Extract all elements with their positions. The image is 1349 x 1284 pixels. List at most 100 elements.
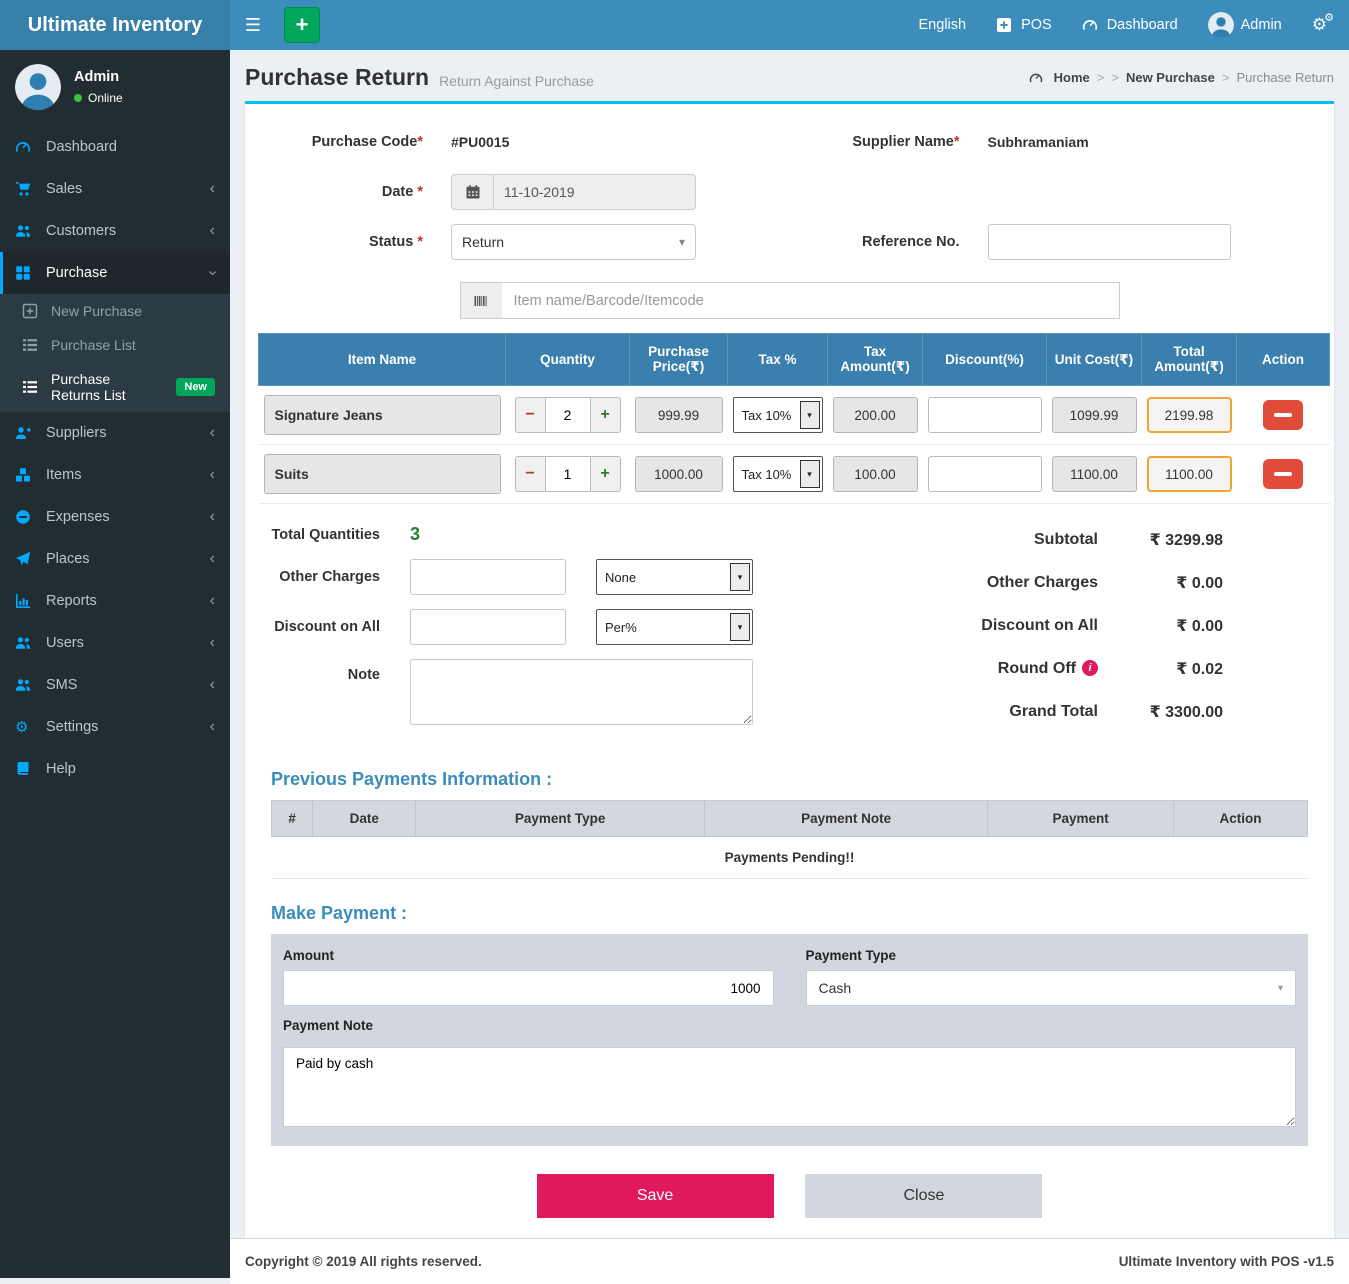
top-navbar: Ultimate Inventory ☰ + English POS Dashb… bbox=[0, 0, 1349, 50]
user-menu[interactable]: Admin bbox=[1208, 12, 1282, 38]
remove-row-button[interactable] bbox=[1263, 400, 1303, 430]
reference-input[interactable] bbox=[988, 224, 1231, 260]
page-subtitle: Return Against Purchase bbox=[439, 73, 594, 89]
tax-select[interactable]: Tax 10% ▾ bbox=[733, 456, 823, 492]
quantity-decrease-button[interactable]: − bbox=[515, 397, 546, 433]
quantity-input[interactable] bbox=[546, 397, 590, 433]
pos-link[interactable]: POS bbox=[996, 17, 1052, 33]
close-button[interactable]: Close bbox=[805, 1174, 1042, 1218]
avatar bbox=[15, 64, 61, 110]
payment-type-value: Cash bbox=[819, 980, 1278, 996]
sidebar-item-sms[interactable]: SMS‹ bbox=[0, 664, 230, 706]
calendar-icon[interactable] bbox=[451, 174, 493, 210]
save-button[interactable]: Save bbox=[537, 1174, 774, 1218]
discount-input[interactable] bbox=[928, 397, 1042, 433]
user-plus-icon bbox=[15, 425, 33, 441]
summary-left: Total Quantities 3 Other Charges None ▾ bbox=[258, 524, 818, 745]
sidebar-item-items[interactable]: Items‹ bbox=[0, 454, 230, 496]
dashboard-link[interactable]: Dashboard bbox=[1082, 17, 1178, 33]
quantity-increase-button[interactable]: + bbox=[590, 397, 621, 433]
dashboard-label: Dashboard bbox=[1107, 17, 1178, 33]
brand-text: Ultimate Inventory bbox=[28, 14, 202, 37]
info-icon[interactable]: i bbox=[1082, 660, 1098, 676]
col-number: # bbox=[272, 801, 313, 837]
col-quantity: Quantity bbox=[506, 334, 630, 386]
quantity-decrease-button[interactable]: − bbox=[515, 456, 546, 492]
discount-type-select[interactable]: Per% ▾ bbox=[596, 609, 753, 645]
col-item-name: Item Name bbox=[259, 334, 506, 386]
sidebar-item-purchase[interactable]: Purchase› bbox=[0, 252, 230, 294]
discount-type-value: Per% bbox=[599, 620, 730, 635]
caret-down-icon: ▾ bbox=[800, 401, 820, 429]
payment-type-select[interactable]: Cash ▾ bbox=[806, 970, 1297, 1006]
navbar-main: ☰ + English POS Dashboard Admin ⚙⚙ bbox=[230, 0, 1349, 50]
other-charges-label: Other Charges bbox=[258, 569, 380, 585]
col-action: Action bbox=[1237, 334, 1330, 386]
minus-circle-icon bbox=[15, 509, 33, 525]
sidebar-item-help[interactable]: Help bbox=[0, 748, 230, 790]
settings-gears-button[interactable]: ⚙⚙ bbox=[1312, 15, 1327, 35]
remove-row-button[interactable] bbox=[1263, 459, 1303, 489]
avatar bbox=[1208, 12, 1234, 38]
language-label: English bbox=[919, 17, 967, 33]
discount-on-all-label: Discount on All bbox=[258, 619, 380, 635]
tax-amount-input bbox=[833, 397, 918, 433]
status-select[interactable]: Return ▾ bbox=[451, 224, 696, 260]
main-content: Purchase Return Return Against Purchase … bbox=[230, 50, 1349, 1278]
sidebar-item-suppliers[interactable]: Suppliers‹ bbox=[0, 412, 230, 454]
list-icon bbox=[22, 379, 40, 395]
sidebar-item-purchase-returns-list[interactable]: Purchase Returns ListNew bbox=[0, 362, 230, 412]
users-icon bbox=[15, 677, 33, 693]
table-row: − + Tax 10% ▾ bbox=[259, 386, 1330, 445]
reference-label: Reference No. bbox=[795, 234, 960, 250]
sidebar-item-new-purchase[interactable]: New Purchase bbox=[0, 294, 230, 328]
sidebar-item-settings[interactable]: ⚙Settings‹ bbox=[0, 706, 230, 748]
gear-small-icon: ⚙ bbox=[1324, 11, 1334, 24]
sidebar-item-dashboard[interactable]: Dashboard bbox=[0, 126, 230, 168]
form-actions: Save Close bbox=[258, 1174, 1321, 1218]
cart-icon bbox=[15, 181, 33, 197]
other-charges-type-select[interactable]: None ▾ bbox=[596, 559, 753, 595]
paper-plane-icon bbox=[15, 551, 33, 567]
dashboard-icon bbox=[15, 139, 33, 155]
breadcrumb-new-purchase[interactable]: New Purchase bbox=[1126, 70, 1215, 85]
supplier-value: Subhramaniam bbox=[988, 134, 1089, 150]
app-logo[interactable]: Ultimate Inventory bbox=[0, 0, 230, 50]
payment-type-label: Payment Type bbox=[806, 948, 1297, 963]
page-title: Purchase Return bbox=[245, 64, 429, 91]
item-name-input bbox=[264, 454, 501, 494]
sidebar-user-name: Admin bbox=[74, 69, 123, 85]
sidebar-item-places[interactable]: Places‹ bbox=[0, 538, 230, 580]
note-textarea[interactable] bbox=[410, 659, 753, 725]
sidebar-item-reports[interactable]: Reports‹ bbox=[0, 580, 230, 622]
language-menu[interactable]: English bbox=[919, 17, 967, 33]
quick-add-button[interactable]: + bbox=[284, 7, 320, 43]
item-search-input[interactable] bbox=[502, 282, 1120, 319]
purchase-price-input bbox=[635, 456, 723, 492]
round-off-label: Round Offi bbox=[893, 660, 1098, 678]
gears-icon: ⚙ bbox=[15, 719, 33, 735]
quantity-increase-button[interactable]: + bbox=[590, 456, 621, 492]
tax-select[interactable]: Tax 10% ▾ bbox=[733, 397, 823, 433]
date-label: Date * bbox=[258, 184, 423, 200]
other-charges-type-value: None bbox=[599, 570, 730, 585]
tax-amount-input bbox=[833, 456, 918, 492]
sidebar-item-sales[interactable]: Sales‹ bbox=[0, 168, 230, 210]
previous-payments-heading: Previous Payments Information : bbox=[271, 769, 1308, 790]
sidebar-item-users[interactable]: Users‹ bbox=[0, 622, 230, 664]
caret-down-icon: ▾ bbox=[679, 235, 685, 249]
sidebar-toggle-button[interactable]: ☰ bbox=[230, 0, 276, 50]
date-input[interactable] bbox=[493, 174, 696, 210]
tax-value: Tax 10% bbox=[736, 408, 800, 423]
discount-input[interactable] bbox=[928, 456, 1042, 492]
sidebar-item-customers[interactable]: Customers‹ bbox=[0, 210, 230, 252]
other-charges-input[interactable] bbox=[410, 559, 566, 595]
breadcrumb: Home > > New Purchase > Purchase Return bbox=[1029, 70, 1334, 86]
amount-input[interactable] bbox=[283, 970, 774, 1006]
payment-note-textarea[interactable]: Paid by cash bbox=[283, 1047, 1296, 1127]
breadcrumb-home[interactable]: Home bbox=[1054, 70, 1090, 85]
quantity-input[interactable] bbox=[546, 456, 590, 492]
sidebar-item-expenses[interactable]: Expenses‹ bbox=[0, 496, 230, 538]
discount-on-all-input[interactable] bbox=[410, 609, 566, 645]
sidebar-item-purchase-list[interactable]: Purchase List bbox=[0, 328, 230, 362]
